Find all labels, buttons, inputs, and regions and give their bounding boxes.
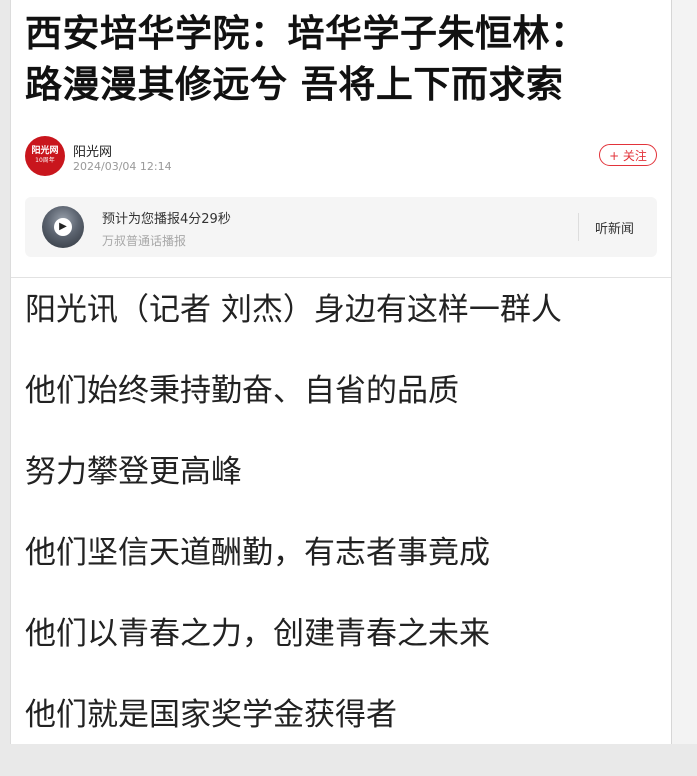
source-logo[interactable]: 阳光网 10周年 — [25, 136, 65, 176]
article-page: 西安培华学院：培华学子朱恒林： 路漫漫其修远兮 吾将上下而求索 阳光网 10周年… — [10, 0, 672, 744]
paragraph: 他们坚信天道酬勤，有志者事竟成 — [25, 535, 490, 571]
paragraph: 阳光讯（记者 刘杰）身边有这样一群人 — [25, 292, 562, 328]
audio-player: ▶ 预计为您播报4分29秒 万叔普通话播报 听新闻 — [25, 197, 657, 257]
audio-narrator: 万叔普通话播报 — [102, 234, 187, 248]
paragraph: 他们就是国家奖学金获得者 — [25, 697, 397, 733]
title-line-2: 路漫漫其修远兮 吾将上下而求索 — [25, 63, 564, 106]
paragraph: 努力攀登更高峰 — [25, 454, 242, 490]
follow-button[interactable]: + 关注 — [599, 144, 657, 166]
narrator-avatar[interactable]: ▶ — [42, 206, 84, 248]
paragraph: 他们始终秉持勤奋、自省的品质 — [25, 373, 459, 409]
article-body: 阳光讯（记者 刘杰）身边有这样一群人 他们始终秉持勤奋、自省的品质 努力攀登更高… — [25, 290, 665, 776]
source-row: 阳光网 10周年 阳光网 2024/03/04 12:14 + 关注 — [25, 136, 657, 178]
article-title: 西安培华学院：培华学子朱恒林： 路漫漫其修远兮 吾将上下而求索 — [25, 8, 665, 110]
title-line-1: 西安培华学院：培华学子朱恒林： — [25, 12, 588, 55]
listen-news-button[interactable]: 听新闻 — [595, 218, 634, 237]
logo-text: 阳光网 — [31, 146, 59, 156]
publish-time: 2024/03/04 12:14 — [73, 160, 172, 173]
paragraph: 他们以青春之力，创建青春之未来 — [25, 616, 490, 652]
audio-divider — [578, 213, 579, 241]
divider — [11, 277, 671, 278]
logo-subtext: 10周年 — [35, 157, 55, 164]
play-icon[interactable]: ▶ — [54, 218, 72, 236]
source-name[interactable]: 阳光网 — [73, 141, 112, 160]
scrollbar-track[interactable] — [671, 0, 697, 744]
audio-duration: 预计为您播报4分29秒 — [102, 212, 231, 227]
